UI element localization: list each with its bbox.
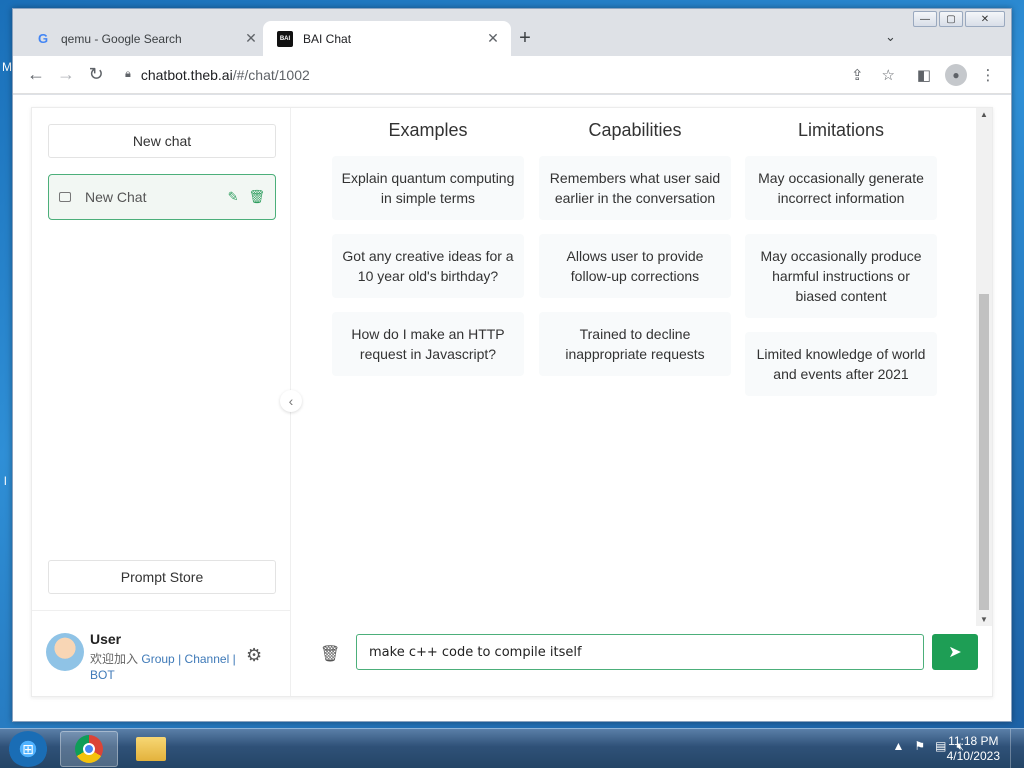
clock-time: 11:18 PM	[948, 734, 999, 748]
url-host: chatbot.theb.ai	[140, 66, 233, 83]
user-name: User	[90, 631, 122, 647]
community-links: 欢迎加入 Group | Channel | BOT	[90, 651, 240, 683]
send-button[interactable]: ➤	[932, 634, 978, 670]
tab-strip: G qemu - Google Search ✕ BAI BAI Chat ✕ …	[13, 9, 1011, 56]
link-separator: |	[178, 652, 182, 666]
arrow-right-icon[interactable]: →	[51, 60, 81, 90]
window-controls: — ▢ ✕	[913, 11, 1005, 27]
kebab-menu-icon[interactable]: ⋮	[973, 66, 1003, 84]
example-card[interactable]: How do I make an HTTP request in Javascr…	[332, 312, 524, 376]
new-tab-button[interactable]: +	[513, 27, 537, 50]
sidebar: New chat New Chat ✎ 🗑︎ Prompt Store User…	[32, 108, 291, 696]
limitations-column: Limitations May occasionally generate in…	[745, 108, 937, 396]
close-tab-icon[interactable]: ✕	[243, 30, 259, 47]
column-heading: Capabilities	[588, 120, 682, 140]
example-card[interactable]: Explain quantum computing in simple term…	[332, 156, 524, 220]
desktop-text-fragment: M	[2, 60, 12, 74]
taskbar: ⊞ ▲ ⚑ ▤ 🔇︎ 11:18 PM 4/10/2023	[0, 728, 1024, 768]
share-icon[interactable]: ⇪	[851, 66, 864, 84]
arrow-left-icon[interactable]: ←	[21, 60, 51, 90]
url-path: /#/chat/1002	[232, 66, 310, 83]
folder-icon	[136, 737, 166, 761]
examples-column: Examples Explain quantum computing in si…	[332, 108, 524, 376]
scroll-up-arrow[interactable]: ▲	[976, 110, 992, 119]
trash-icon[interactable]: 🗑︎	[320, 644, 340, 664]
tab-search-icon[interactable]: ⌄	[885, 29, 896, 45]
chrome-icon	[75, 735, 103, 763]
new-chat-button[interactable]: New chat	[48, 124, 276, 158]
composer: 🗑︎ ➤	[292, 610, 992, 696]
avatar	[46, 633, 84, 671]
chrome-taskbar-button[interactable]	[60, 731, 118, 767]
capability-card: Trained to decline inappropriate request…	[539, 312, 731, 376]
welcome-text: 欢迎加入	[90, 652, 139, 666]
group-link[interactable]: Group	[141, 652, 174, 666]
tab-google-search[interactable]: G qemu - Google Search ✕	[21, 21, 269, 56]
maximize-button[interactable]: ▢	[939, 11, 963, 27]
show-desktop-button[interactable]	[1010, 729, 1024, 768]
chat-input[interactable]	[356, 634, 924, 670]
desktop-text-fragment: l	[4, 474, 7, 488]
close-window-button[interactable]: ✕	[965, 11, 1005, 27]
prompt-store-button[interactable]: Prompt Store	[48, 560, 276, 594]
star-icon[interactable]: ☆	[882, 66, 895, 84]
chat-list-item[interactable]: New Chat ✎ 🗑︎	[48, 174, 276, 220]
capability-card: Remembers what user said earlier in the …	[539, 156, 731, 220]
column-heading: Examples	[388, 120, 468, 140]
capability-card: Allows user to provide follow-up correct…	[539, 234, 731, 298]
limitation-card: Limited knowledge of world and events af…	[745, 332, 937, 396]
user-panel: User 欢迎加入 Group | Channel | BOT ⚙	[32, 610, 291, 696]
link-separator: |	[232, 652, 236, 666]
clock-date: 4/10/2023	[946, 749, 1000, 763]
scrollbar-thumb[interactable]	[979, 294, 989, 610]
scrollbar[interactable]: ▲ ▼	[976, 108, 992, 626]
gear-icon[interactable]: ⚙	[246, 645, 262, 666]
capabilities-column: Capabilities Remembers what user said ea…	[539, 108, 731, 376]
network-icon[interactable]: ▤	[935, 739, 946, 754]
chat-item-label: New Chat	[85, 189, 147, 205]
side-panel-icon[interactable]: ◧	[909, 66, 939, 84]
tab-title: qemu - Google Search	[61, 31, 182, 46]
browser-window: G qemu - Google Search ✕ BAI BAI Chat ✕ …	[12, 8, 1012, 722]
profile-icon[interactable]: ●	[945, 63, 967, 86]
explorer-taskbar-button[interactable]	[122, 731, 180, 767]
chat-main: Examples Explain quantum computing in si…	[292, 108, 992, 696]
show-hidden-icons-icon[interactable]: ▲	[892, 739, 904, 754]
edit-icon[interactable]: ✎	[228, 189, 239, 205]
tab-bai-chat[interactable]: BAI BAI Chat ✕	[263, 21, 511, 56]
limitation-card: May occasionally produce harmful instruc…	[745, 234, 937, 318]
start-button[interactable]: ⊞	[8, 731, 48, 767]
close-tab-icon[interactable]: ✕	[485, 30, 501, 47]
web-page: New chat New Chat ✎ 🗑︎ Prompt Store User…	[13, 95, 1011, 721]
lock-icon: 🔒︎	[125, 68, 131, 80]
flag-icon[interactable]: ⚑	[914, 739, 925, 754]
delete-chat-icon[interactable]: 🗑︎	[248, 189, 265, 205]
clock[interactable]: 11:18 PM 4/10/2023	[947, 734, 1000, 764]
address-bar[interactable]: 🔒︎ chatbot.theb.ai/#/chat/1002 ⇪ ☆	[117, 60, 903, 90]
send-icon: ➤	[948, 644, 962, 661]
google-favicon-icon: G	[37, 31, 49, 46]
bai-favicon-icon: BAI	[277, 30, 293, 47]
channel-link[interactable]: Channel	[185, 652, 230, 666]
chat-bubble-icon	[59, 192, 71, 202]
limitation-card: May occasionally generate incorrect info…	[745, 156, 937, 220]
chat-app: New chat New Chat ✎ 🗑︎ Prompt Store User…	[31, 107, 993, 697]
browser-toolbar: ← → ↻ 🔒︎ chatbot.theb.ai/#/chat/1002 ⇪ ☆…	[13, 56, 1011, 94]
bot-link[interactable]: BOT	[90, 668, 115, 682]
column-heading: Limitations	[797, 120, 885, 140]
reload-icon[interactable]: ↻	[81, 60, 111, 90]
tab-title: BAI Chat	[303, 31, 352, 46]
example-card[interactable]: Got any creative ideas for a 10 year old…	[332, 234, 524, 298]
minimize-button[interactable]: —	[913, 11, 937, 27]
